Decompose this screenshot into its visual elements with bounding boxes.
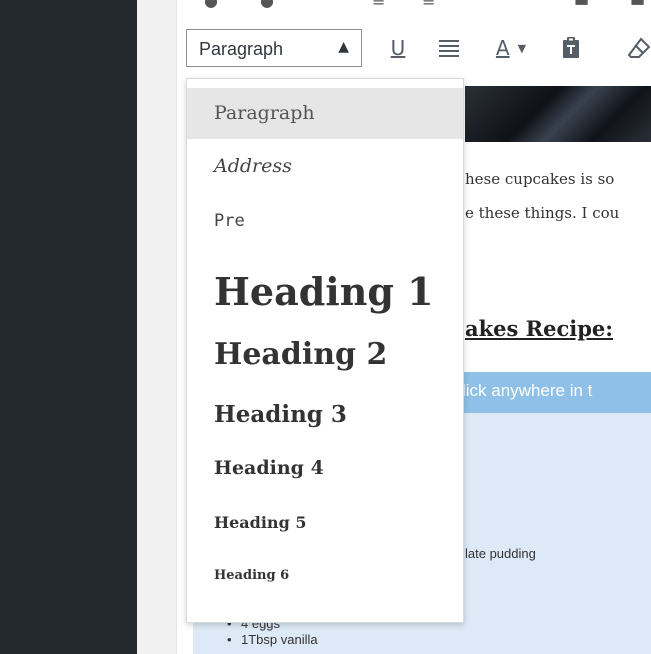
align-icon[interactable]: ▬ (574, 0, 589, 10)
text-color-button[interactable]: A ▼ (486, 33, 536, 63)
justify-button[interactable] (434, 33, 464, 63)
format-select-value: Paragraph (199, 39, 284, 59)
menu-item-pre[interactable]: Pre (187, 197, 463, 247)
justify-icon (439, 40, 459, 57)
menu-item-label: Heading 3 (214, 401, 347, 428)
list-item: 1Tbsp vanilla (225, 632, 318, 648)
toolbar-row-1: ● ● ≡ ≡ ” ▬ ▬ (176, 0, 651, 18)
menu-item-heading-2[interactable]: Heading 2 (187, 331, 463, 387)
post-image[interactable] (465, 86, 651, 142)
menu-item-label: Paragraph (214, 102, 315, 124)
menu-item-heading-1[interactable]: Heading 1 (187, 259, 463, 323)
menu-item-paragraph[interactable]: Paragraph (187, 88, 463, 139)
caret-up-icon: ▲ (338, 39, 349, 55)
bold-icon[interactable]: ● (204, 0, 218, 10)
menu-item-label: Heading 1 (214, 269, 434, 314)
menu-item-heading-3[interactable]: Heading 3 (187, 391, 463, 441)
clear-formatting-button[interactable] (624, 33, 651, 63)
underline-button[interactable]: U (384, 33, 412, 63)
menu-item-label: Heading 5 (214, 513, 307, 532)
ingredient-text: late pudding (465, 546, 536, 561)
menu-item-label: Heading 4 (214, 457, 324, 479)
link-icon[interactable]: ▬ (630, 0, 645, 10)
blockquote-icon[interactable]: ” (472, 0, 480, 10)
text-color-icon: A (495, 36, 510, 60)
recipe-card-notice[interactable]: lick anywhere in t (452, 372, 651, 413)
paste-as-text-button[interactable] (556, 33, 586, 63)
content-paragraph-line[interactable]: e these things. I cou (465, 204, 619, 222)
paste-as-text-icon (563, 37, 579, 58)
italic-icon[interactable]: ● (260, 0, 274, 10)
menu-item-label: Heading 6 (214, 568, 290, 583)
editor-toolbar: Paragraph ▲ U A ▼ (176, 20, 651, 78)
menu-item-address[interactable]: Address (187, 141, 463, 191)
menu-item-heading-4[interactable]: Heading 4 (187, 447, 463, 497)
menu-item-label: Address (214, 155, 292, 177)
content-paragraph-line[interactable]: hese cupcakes is so (465, 170, 614, 188)
admin-sidebar (0, 0, 137, 654)
chevron-down-icon[interactable]: ▼ (518, 42, 526, 55)
clear-formatting-icon (628, 37, 650, 58)
recipe-card-notice-text: lick anywhere in t (462, 381, 593, 400)
numbered-list-icon[interactable]: ≡ (422, 0, 435, 10)
menu-item-label: Pre (214, 211, 245, 231)
underline-icon: U (390, 36, 406, 60)
menu-item-label: Heading 2 (214, 337, 388, 372)
menu-item-heading-6[interactable]: Heading 6 (187, 557, 463, 607)
format-select[interactable]: Paragraph ▲ (186, 29, 362, 67)
format-dropdown-menu: Paragraph Address Pre Heading 1 Heading … (186, 78, 464, 623)
menu-item-heading-5[interactable]: Heading 5 (187, 503, 463, 553)
recipe-heading[interactable]: akes Recipe: (465, 316, 613, 341)
bullet-list-icon[interactable]: ≡ (372, 0, 385, 10)
